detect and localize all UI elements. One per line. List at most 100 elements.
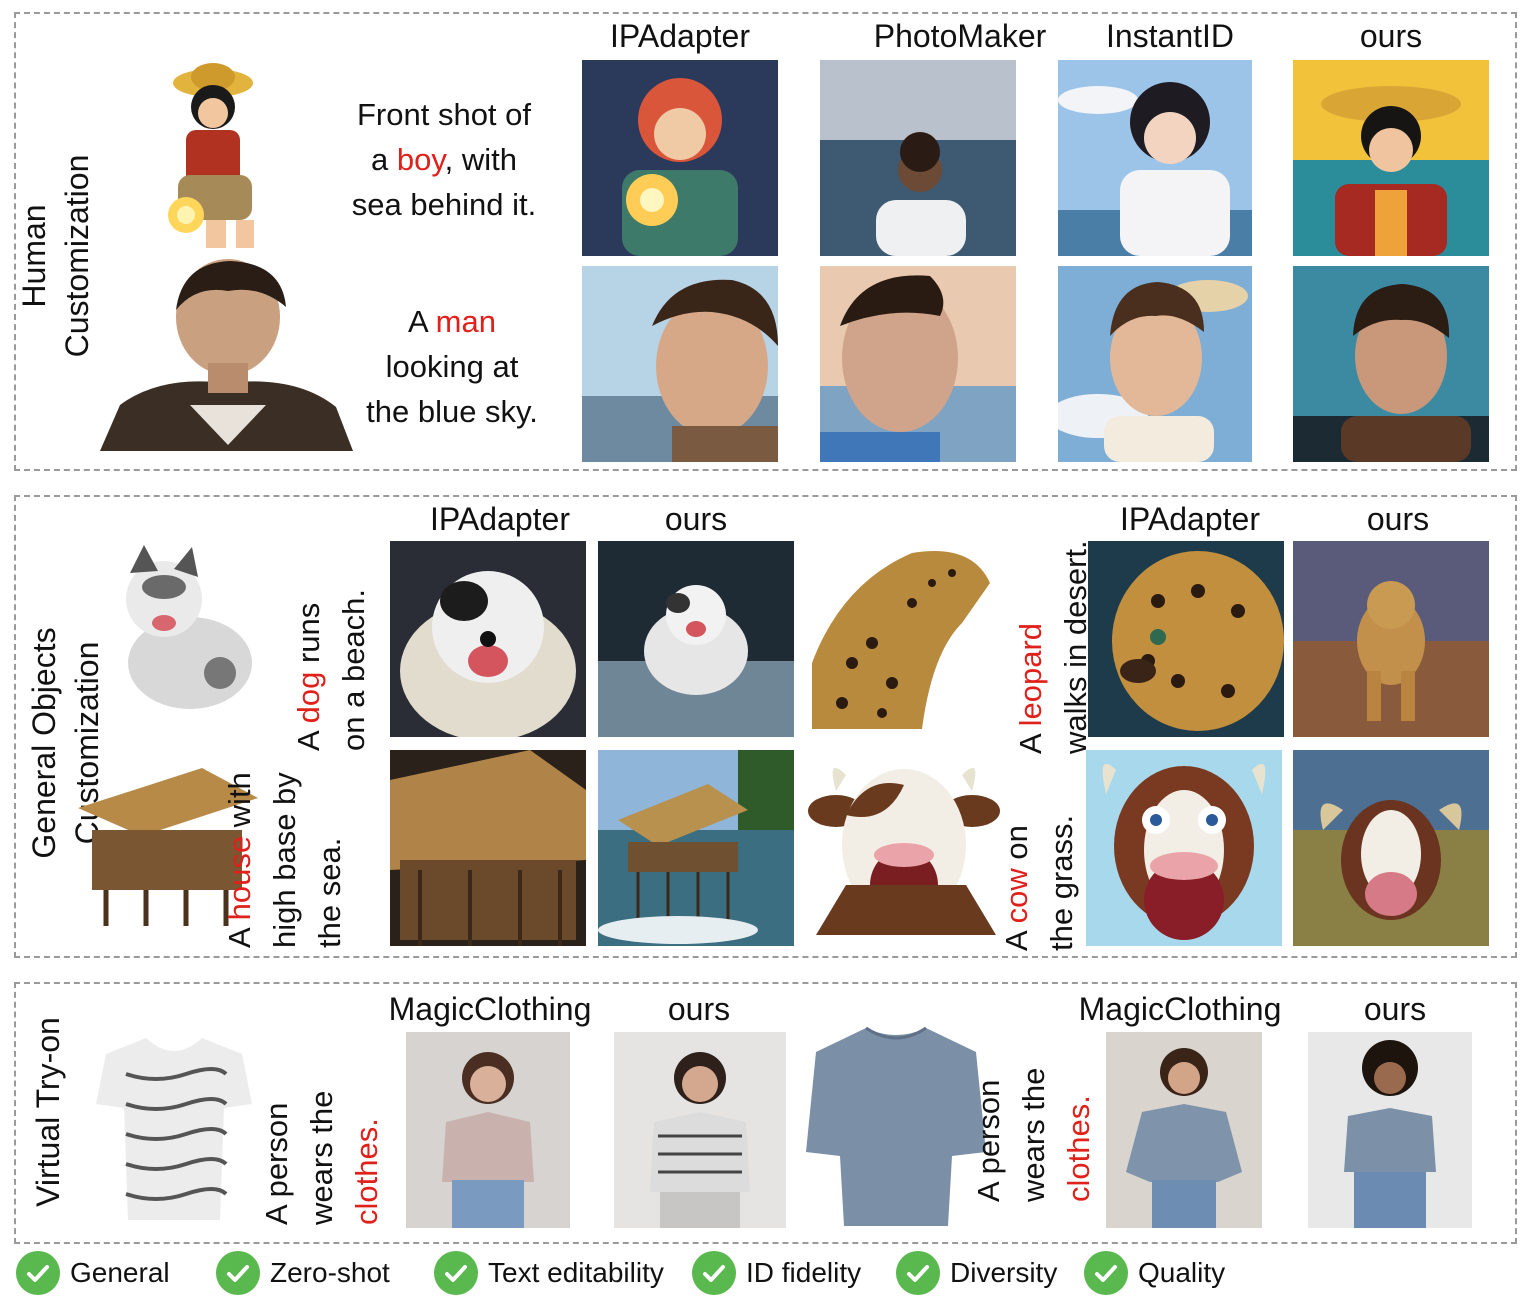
result-ipadapter-dog bbox=[390, 541, 586, 737]
prompt-line: A cow on bbox=[995, 771, 1040, 951]
prompt-highlight: cow bbox=[999, 868, 1034, 924]
prompt-text: with bbox=[222, 772, 257, 836]
prompt-line: sea behind it. bbox=[351, 186, 537, 222]
col-label-ours: ours bbox=[1359, 18, 1423, 54]
prompt-boy: Front shot of a boy, with sea behind it. bbox=[334, 93, 554, 228]
legend-label: General bbox=[70, 1257, 170, 1288]
result-photomaker-man bbox=[820, 266, 1016, 462]
prompt-text: A bbox=[1013, 726, 1048, 754]
section-label-line: Virtual Try-on bbox=[30, 1017, 66, 1207]
result-instantid-man bbox=[1058, 266, 1252, 462]
reference-image-blue-blouse bbox=[806, 1022, 986, 1228]
legend-item-general: General bbox=[16, 1250, 170, 1296]
prompt-text: runs bbox=[291, 602, 326, 672]
prompt-highlight: leopard bbox=[1013, 622, 1048, 727]
human-section-label: Human Customization bbox=[13, 136, 99, 376]
check-icon bbox=[896, 1251, 940, 1295]
prompt-line: A leopard bbox=[1009, 522, 1054, 754]
col-label-ours-tryon-right: ours bbox=[1363, 991, 1427, 1027]
result-instantid-boy bbox=[1058, 60, 1252, 256]
prompt-line: A person bbox=[971, 1079, 1006, 1202]
legend-label: Diversity bbox=[950, 1257, 1058, 1288]
section-label-line: General Objects bbox=[26, 627, 62, 859]
check-icon bbox=[1084, 1251, 1128, 1295]
reference-image-dog bbox=[100, 543, 260, 713]
prompt-text: A bbox=[222, 920, 257, 948]
prompt-line: clothes. bbox=[1060, 1095, 1096, 1202]
check-icon bbox=[434, 1251, 478, 1295]
col-label-ipadapter-left: IPAdapter bbox=[430, 501, 570, 537]
prompt-line: A dog runs bbox=[287, 531, 332, 751]
result-ours-cow bbox=[1293, 750, 1489, 946]
result-ipadapter-cow bbox=[1086, 750, 1282, 946]
legend-label: ID fidelity bbox=[746, 1257, 862, 1288]
legend-item-quality: Quality bbox=[1084, 1250, 1225, 1296]
prompt-house: A house with high base by the sea. bbox=[218, 748, 354, 948]
prompt-line: A man bbox=[342, 300, 562, 345]
col-label-ours-right: ours bbox=[1366, 501, 1430, 537]
prompt-text: , with bbox=[444, 141, 517, 177]
prompt-text: a bbox=[371, 141, 397, 177]
col-label-photomaker: PhotoMaker bbox=[873, 18, 1047, 54]
legend-item-zero-shot: Zero-shot bbox=[216, 1250, 390, 1296]
reference-image-leopard bbox=[812, 543, 992, 729]
result-ipadapter-boy bbox=[582, 60, 778, 256]
prompt-line: A house with bbox=[218, 748, 263, 948]
check-icon bbox=[216, 1251, 260, 1295]
prompt-line: wears the bbox=[1015, 1067, 1051, 1202]
col-label-ipadapter-right: IPAdapter bbox=[1120, 501, 1260, 537]
result-ours-house bbox=[598, 750, 794, 946]
legend-label: Zero-shot bbox=[270, 1257, 390, 1288]
prompt-highlight: dog bbox=[291, 671, 326, 724]
result-magicclothing-striped bbox=[406, 1032, 570, 1228]
result-photomaker-boy bbox=[820, 60, 1016, 256]
col-label-magicclothing-left: MagicClothing bbox=[388, 991, 592, 1027]
prompt-highlight: man bbox=[435, 304, 496, 339]
legend-item-text-editability: Text editability bbox=[434, 1250, 664, 1296]
prompt-leopard: A leopard walks in desert. bbox=[1009, 522, 1099, 754]
prompt-dog: A dog runs on a beach. bbox=[287, 531, 377, 751]
prompt-text: A bbox=[291, 723, 326, 751]
col-label-ours-left: ours bbox=[664, 501, 728, 537]
col-label-magicclothing-right: MagicClothing bbox=[1078, 991, 1282, 1027]
prompt-line: the blue sky. bbox=[366, 393, 538, 429]
reference-image-anime-boy bbox=[148, 55, 278, 255]
tryon-section-label: Virtual Try-on bbox=[27, 1012, 71, 1212]
prompt-cow: A cow on the grass. bbox=[995, 771, 1085, 951]
prompt-line: Front shot of bbox=[356, 97, 532, 132]
check-icon bbox=[692, 1251, 736, 1295]
result-ours-dog bbox=[598, 541, 794, 737]
prompt-line: clothes. bbox=[348, 1118, 384, 1225]
result-ours-striped bbox=[614, 1032, 786, 1228]
prompt-line: A person bbox=[259, 1102, 294, 1225]
prompt-line: a boy, with bbox=[334, 138, 554, 183]
prompt-text: A bbox=[999, 923, 1034, 951]
prompt-text: on bbox=[999, 825, 1034, 869]
result-ours-blouse bbox=[1308, 1032, 1472, 1228]
section-label-line: Human bbox=[16, 204, 52, 308]
legend-label: Text editability bbox=[488, 1257, 664, 1288]
prompt-line: wears the bbox=[303, 1090, 339, 1225]
prompt-man: A man looking at the blue sky. bbox=[342, 300, 562, 435]
prompt-highlight: house bbox=[222, 835, 257, 921]
col-label-ours-tryon-left: ours bbox=[667, 991, 731, 1027]
prompt-line: the grass. bbox=[1043, 814, 1079, 951]
prompt-tryon-left: A person wears the clothes. bbox=[255, 1043, 391, 1225]
prompt-line: the sea. bbox=[311, 837, 347, 948]
legend-item-diversity: Diversity bbox=[896, 1250, 1057, 1296]
legend-item-id-fidelity: ID fidelity bbox=[692, 1250, 861, 1296]
prompt-text: A bbox=[408, 304, 436, 339]
prompt-highlight: boy bbox=[396, 141, 445, 177]
col-label-instantid: InstantID bbox=[1105, 18, 1235, 54]
reference-image-cow bbox=[806, 755, 1002, 935]
prompt-tryon-right: A person wears the clothes. bbox=[967, 1040, 1103, 1202]
prompt-line: looking at bbox=[385, 348, 519, 384]
result-ipadapter-house bbox=[390, 750, 586, 946]
result-magicclothing-blouse bbox=[1106, 1032, 1262, 1228]
check-icon bbox=[16, 1251, 60, 1295]
section-label-line: Customization bbox=[59, 154, 96, 358]
prompt-line: on a beach. bbox=[335, 588, 371, 751]
prompt-line: high base by bbox=[266, 772, 302, 948]
result-ours-boy bbox=[1293, 60, 1489, 256]
result-ours-man bbox=[1293, 266, 1489, 462]
